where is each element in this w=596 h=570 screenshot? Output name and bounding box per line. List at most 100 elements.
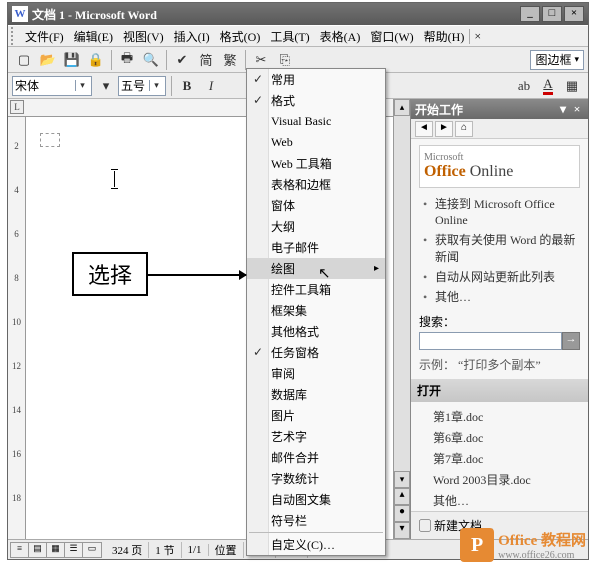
next-page-button[interactable]: ▾ (394, 522, 410, 539)
tp-link-update[interactable]: 自动从网站更新此列表 (423, 267, 580, 287)
recent-file[interactable]: 第1章.doc (433, 406, 580, 427)
permission-icon[interactable]: 🔒 (85, 49, 107, 71)
toolbar-menu-item[interactable]: 窗体 (247, 195, 385, 216)
fill-color-icon[interactable]: ▦ (561, 75, 583, 97)
font-name-dialog-icon[interactable]: ▾ (95, 75, 117, 97)
ruler-mark: 16 (8, 449, 25, 459)
toolbar-menu-item[interactable]: 任务窗格 (247, 342, 385, 363)
font-color-icon[interactable]: A (537, 75, 559, 97)
toolbars-dropdown-menu: 常用格式Visual Basic Web Web 工具箱表格和边框窗体大纲电子邮件绘… (246, 68, 386, 556)
taskpane-home-button[interactable]: ⌂ (455, 121, 473, 137)
scroll-up-button[interactable]: ▴ (394, 99, 410, 116)
toolbar-menu-item[interactable]: 控件工具箱 (247, 279, 385, 300)
menubar-close-icon[interactable]: × (469, 29, 485, 44)
toolbar-menu-item[interactable]: 艺术字 (247, 426, 385, 447)
toolbar-menu-item[interactable]: 数据库 (247, 384, 385, 405)
word-app-icon: W (12, 6, 28, 22)
normal-view-button[interactable]: ≡ (11, 543, 29, 557)
taskpane-back-button[interactable]: ◄ (415, 121, 433, 137)
outline-view-button[interactable]: ☰ (65, 543, 83, 557)
toolbar-menu-item[interactable]: 电子邮件 (247, 237, 385, 258)
toolbar-menu-item[interactable]: 符号栏 (247, 510, 385, 531)
customize-menu-item[interactable]: 自定义(C)… (247, 534, 385, 555)
image-border-button[interactable]: 图边框 ▾ (530, 50, 584, 70)
tp-link-connect[interactable]: 连接到 Microsoft Office Online (423, 194, 580, 230)
toolbar-menu-item[interactable]: 框架集 (247, 300, 385, 321)
browse-object-button[interactable]: ● (394, 505, 410, 522)
search-go-button[interactable]: → (562, 332, 580, 350)
taskpane-dropdown-icon[interactable]: ▾ (556, 102, 570, 117)
font-name-value: 宋体 (15, 77, 75, 94)
menu-item-label: 自动图文集 (271, 491, 331, 508)
menu-file[interactable]: 文件(F) (20, 26, 69, 47)
tab-selector[interactable]: L (10, 100, 24, 114)
toolbar-menu-item[interactable]: 表格和边框 (247, 174, 385, 195)
menu-edit[interactable]: 编辑(E) (69, 26, 118, 47)
font-size-dropdown[interactable]: 五号 ▾ (118, 76, 166, 96)
open-section-header: 打开 (411, 379, 588, 402)
taskpane-forward-button[interactable]: ► (435, 121, 453, 137)
tp-link-more[interactable]: 其他… (423, 287, 580, 307)
menu-format[interactable]: 格式(O) (215, 26, 266, 47)
vertical-scrollbar[interactable]: ▴ ▾ ▴ ● ▾ (393, 99, 410, 539)
menu-view[interactable]: 视图(V) (118, 26, 169, 47)
vertical-ruler[interactable]: 2 4 6 8 10 12 14 16 18 (8, 117, 26, 539)
font-name-dropdown[interactable]: 宋体 ▾ (12, 76, 92, 96)
toolbar-menu-item[interactable]: Web 工具箱 (247, 153, 385, 174)
taskpane-links: 连接到 Microsoft Office Online 获取有关使用 Word … (419, 194, 580, 307)
toolbar-menu-item[interactable]: 自动图文集 (247, 489, 385, 510)
menu-item-label: 窗体 (271, 197, 295, 214)
toolbar-menu-item[interactable]: 审阅 (247, 363, 385, 384)
toolbar-menu-item[interactable]: 常用 (247, 69, 385, 90)
task-pane: 开始工作 ▾ × ◄ ► ⌂ Microsoft Office Online 连… (410, 99, 588, 539)
taskpane-title-bar: 开始工作 ▾ × (411, 99, 588, 119)
print-icon[interactable]: 🖶 (116, 49, 138, 71)
menu-window[interactable]: 窗口(W) (365, 26, 418, 47)
recent-file[interactable]: 第7章.doc (433, 448, 580, 469)
web-view-button[interactable]: ▤ (29, 543, 47, 557)
spellcheck-icon[interactable]: ✔ (171, 49, 193, 71)
maximize-button[interactable]: □ (542, 6, 562, 22)
open-icon[interactable]: 📂 (37, 49, 59, 71)
print-view-button[interactable]: ▦ (47, 543, 65, 557)
toolbar-menu-item[interactable]: Web (247, 132, 385, 153)
prev-page-button[interactable]: ▴ (394, 488, 410, 505)
toolbar-menu-item[interactable]: 大纲 (247, 216, 385, 237)
recent-file-more[interactable]: 其他… (433, 490, 580, 511)
reading-view-button[interactable]: ▭ (83, 543, 101, 557)
minimize-button[interactable]: _ (520, 6, 540, 22)
recent-file[interactable]: Word 2003目录.doc (433, 469, 580, 490)
toolbar-grip[interactable] (11, 27, 17, 45)
scroll-down-button[interactable]: ▾ (394, 471, 410, 488)
toolbar-menu-item[interactable]: 其他格式 (247, 321, 385, 342)
italic-button[interactable]: I (200, 75, 222, 97)
save-icon[interactable]: 💾 (61, 49, 83, 71)
font-size-value: 五号 (121, 77, 149, 94)
tp-link-news[interactable]: 获取有关使用 Word 的最新新闻 (423, 230, 580, 266)
highlight-icon[interactable]: ab (513, 75, 535, 97)
watermark-icon: P (460, 528, 494, 562)
status-section: 1 节 (149, 542, 181, 558)
toolbar-menu-item[interactable]: 邮件合并 (247, 447, 385, 468)
thesaurus-icon[interactable]: 繁 (219, 49, 241, 71)
menu-help[interactable]: 帮助(H) (419, 26, 470, 47)
toolbar-menu-item[interactable]: 格式 (247, 90, 385, 111)
toolbar-menu-item[interactable]: 字数统计 (247, 468, 385, 489)
taskpane-close-icon[interactable]: × (570, 102, 584, 117)
menu-tools[interactable]: 工具(T) (265, 26, 314, 47)
search-input[interactable] (419, 332, 562, 350)
menu-insert[interactable]: 插入(I) (169, 26, 215, 47)
menu-item-label: Web (271, 135, 293, 150)
recent-file[interactable]: 第6章.doc (433, 427, 580, 448)
menu-table[interactable]: 表格(A) (315, 26, 366, 47)
bold-button[interactable]: B (176, 75, 198, 97)
menu-item-label: 符号栏 (271, 512, 307, 529)
close-button[interactable]: × (564, 6, 584, 22)
toolbar-menu-item[interactable]: 图片 (247, 405, 385, 426)
find-icon[interactable]: 🔍 (140, 49, 162, 71)
toolbar-menu-item[interactable]: 绘图 (247, 258, 385, 279)
toolbar-menu-item[interactable]: Visual Basic (247, 111, 385, 132)
menu-item-label: 任务窗格 (271, 344, 319, 361)
new-doc-icon[interactable]: ▢ (13, 49, 35, 71)
research-icon[interactable]: 简 (195, 49, 217, 71)
